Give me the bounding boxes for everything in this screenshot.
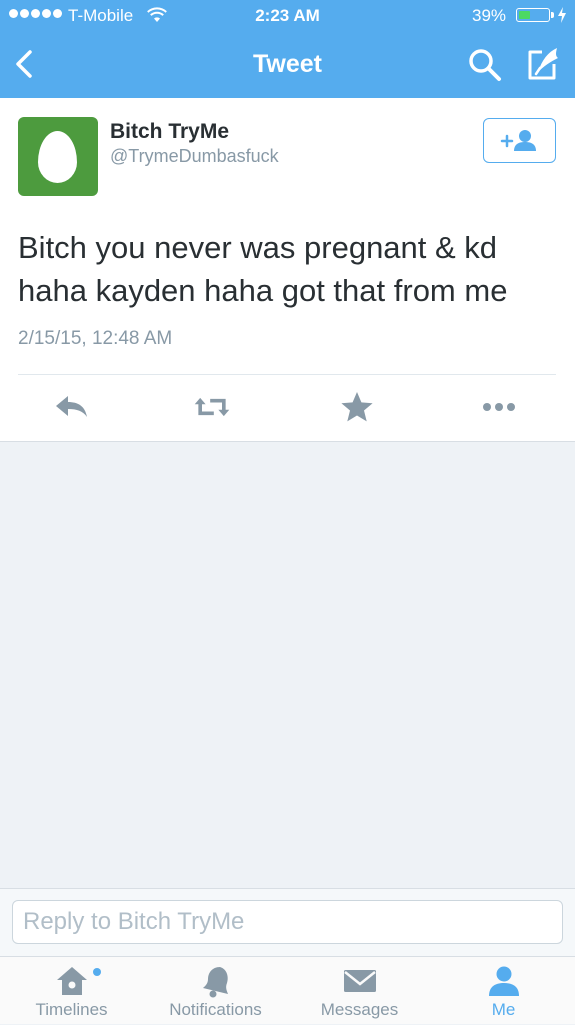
home-icon (56, 967, 87, 995)
tab-notifications[interactable]: Notifications (144, 957, 287, 1025)
more-icon[interactable] (479, 389, 519, 425)
tab-messages[interactable]: Messages (288, 957, 431, 1025)
status-bar: T-Mobile 2:23 AM 39% (0, 0, 575, 32)
compose-icon[interactable] (522, 44, 562, 84)
tweet-text: Bitch you never was pregnant & kd haha k… (18, 230, 508, 308)
tab-bar: Timelines Notifications Messages Me (0, 956, 575, 1024)
tweet-actions (0, 375, 575, 441)
retweet-icon[interactable] (192, 389, 232, 425)
tab-label: Me (491, 1000, 516, 1019)
author-handle[interactable]: @TrymeDumbasfuck (110, 146, 279, 167)
author-name[interactable]: Bitch TryMe (110, 120, 229, 144)
tweet-timestamp: 2/15/15, 12:48 AM (18, 328, 173, 349)
search-icon[interactable] (466, 46, 504, 84)
reply-input[interactable] (12, 900, 563, 944)
header: T-Mobile 2:23 AM 39% Tweet (0, 0, 575, 98)
reply-bar (0, 888, 575, 956)
tab-label: Timelines (35, 1000, 108, 1019)
battery-tip (551, 12, 554, 18)
tweet-card: Bitch TryMe @TrymeDumbasfuck Bitch you n… (0, 98, 575, 442)
favorite-icon[interactable] (337, 389, 377, 425)
battery-level (519, 11, 530, 19)
tab-timelines[interactable]: Timelines (0, 957, 143, 1025)
battery-icon (516, 8, 550, 22)
reply-icon[interactable] (52, 389, 92, 425)
unread-indicator (93, 968, 101, 976)
follow-button[interactable] (483, 118, 556, 163)
person-icon (488, 966, 519, 996)
bell-icon (202, 967, 228, 998)
envelope-icon (343, 970, 376, 992)
charging-bolt-icon (558, 7, 566, 23)
avatar[interactable] (18, 117, 98, 196)
default-egg-icon (38, 131, 77, 183)
add-user-icon (500, 130, 536, 151)
battery-percentage: 39% (472, 6, 507, 25)
tab-me[interactable]: Me (432, 957, 575, 1025)
nav-bar: Tweet (0, 32, 575, 98)
empty-content-area (0, 442, 575, 888)
tab-label: Messages (320, 1000, 399, 1019)
tab-label: Notifications (169, 1000, 262, 1019)
